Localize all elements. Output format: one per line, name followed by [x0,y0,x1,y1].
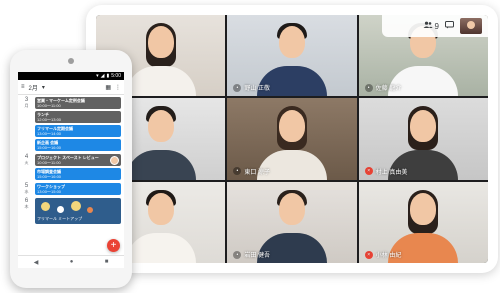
participant-tile[interactable]: × 村上 真由美 [358,98,488,180]
participant-tile[interactable]: • 野山 正敬 [227,15,357,97]
calendar-screen: ▾ ◢ ▮ 5:00 ≡ 2月 ▾ ▦ ⋮ 3 月 営業・マーケーム定例会議 1… [18,72,124,268]
participant-tile[interactable]: • 岩田 健吾 [227,181,357,263]
status-bar: ▾ ◢ ▮ 5:00 [18,72,124,80]
event-image-card[interactable]: フリマール ミートアップ [35,198,121,224]
mic-on-icon: • [364,83,373,92]
day-row: 4 火 プロジェクト スペースト レビュー 10:00〜11:00 市場調査会議… [21,154,121,180]
more-icon[interactable]: ⋮ [115,84,121,91]
chevron-down-icon[interactable]: ▾ [42,84,45,91]
day-label: 5 水 [24,183,29,194]
android-nav-bar: ◀ ● ■ [18,255,124,268]
calendar-event[interactable]: 市場調査会議 15:00〜16:00 [35,168,121,180]
home-icon[interactable]: ● [70,259,74,265]
chat-icon [445,21,454,31]
calendar-today-icon[interactable]: ▦ [105,84,111,91]
day-row: 3 月 営業・マーケーム定例会議 10:00〜11:00 ランチ 12:00〜1… [21,97,121,151]
participants-button[interactable]: 9 [423,21,439,31]
participant-name: • 岩田 健吾 [233,250,270,259]
product-showcase: • 野山 正敬 • 佐藤 龍介 • 東口 涼子 × 村上 真由美 • 岩田 健吾… [0,0,500,293]
phone-device: ▾ ◢ ▮ 5:00 ≡ 2月 ▾ ▦ ⋮ 3 月 営業・マーケーム定例会議 1… [10,50,132,288]
day-row: 6 木 フリマール ミートアップ [21,198,121,224]
calendar-event[interactable]: フリマール定期会議 13:00〜14:00 [35,125,121,137]
avatar [110,156,119,165]
calendar-event[interactable]: 新企画 会議 15:00〜16:00 [35,139,121,151]
calendar-event[interactable]: 営業・マーケーム定例会議 10:00〜11:00 [35,97,121,109]
participant-name: • 佐藤 龍介 [364,83,401,92]
mic-off-icon: × [364,167,373,176]
participant-tile[interactable]: × 小林 由紀 [358,181,488,263]
mic-off-icon: × [364,250,373,259]
meet-screen: • 野山 正敬 • 佐藤 龍介 • 東口 涼子 × 村上 真由美 • 岩田 健吾… [96,15,488,263]
chat-button[interactable] [445,21,454,31]
add-event-button[interactable]: + [107,239,120,252]
calendar-app-bar: ≡ 2月 ▾ ▦ ⋮ [18,80,124,95]
day-label: 3 月 [24,97,29,108]
participant-name: • 野山 正敬 [233,83,270,92]
tablet-device: • 野山 正敬 • 佐藤 龍介 • 東口 涼子 × 村上 真由美 • 岩田 健吾… [86,5,498,273]
phone-camera [68,58,74,64]
participant-name: × 村上 真由美 [364,167,407,176]
participant-name: × 小林 由紀 [364,250,401,259]
back-icon[interactable]: ◀ [34,259,39,266]
day-label: 4 火 [24,154,29,165]
calendar-event[interactable]: プロジェクト スペースト レビュー 10:00〜11:00 [35,154,121,166]
mic-on-icon: • [233,250,242,259]
wifi-icon: ▾ [96,73,99,79]
calendar-event[interactable]: ランチ 12:00〜13:00 [35,111,121,123]
participant-grid: • 野山 正敬 • 佐藤 龍介 • 東口 涼子 × 村上 真由美 • 岩田 健吾… [96,15,488,263]
status-time: 5:00 [111,73,121,79]
mic-on-icon: • [233,167,242,176]
event-image-caption: フリマール ミートアップ [37,216,83,221]
calendar-event[interactable]: ワークショップ 13:00〜15:00 [35,183,121,195]
day-label: 6 木 [24,198,29,209]
people-icon [423,21,433,31]
participants-count: 9 [434,21,439,31]
mic-on-icon: • [233,83,242,92]
recent-apps-icon[interactable]: ■ [105,259,109,265]
month-label[interactable]: 2月 [29,83,38,92]
signal-icon: ◢ [100,73,105,79]
participant-tile[interactable]: • 東口 涼子 [227,98,357,180]
participant-name: • 東口 涼子 [233,167,270,176]
schedule-list: 3 月 営業・マーケーム定例会議 10:00〜11:00 ランチ 12:00〜1… [18,95,124,224]
meet-top-bar: 9 [382,15,488,37]
day-row: 5 水 ワークショップ 13:00〜15:00 [21,183,121,195]
battery-icon: ▮ [106,73,110,79]
menu-icon[interactable]: ≡ [21,84,25,90]
self-view-thumbnail[interactable] [460,18,482,34]
